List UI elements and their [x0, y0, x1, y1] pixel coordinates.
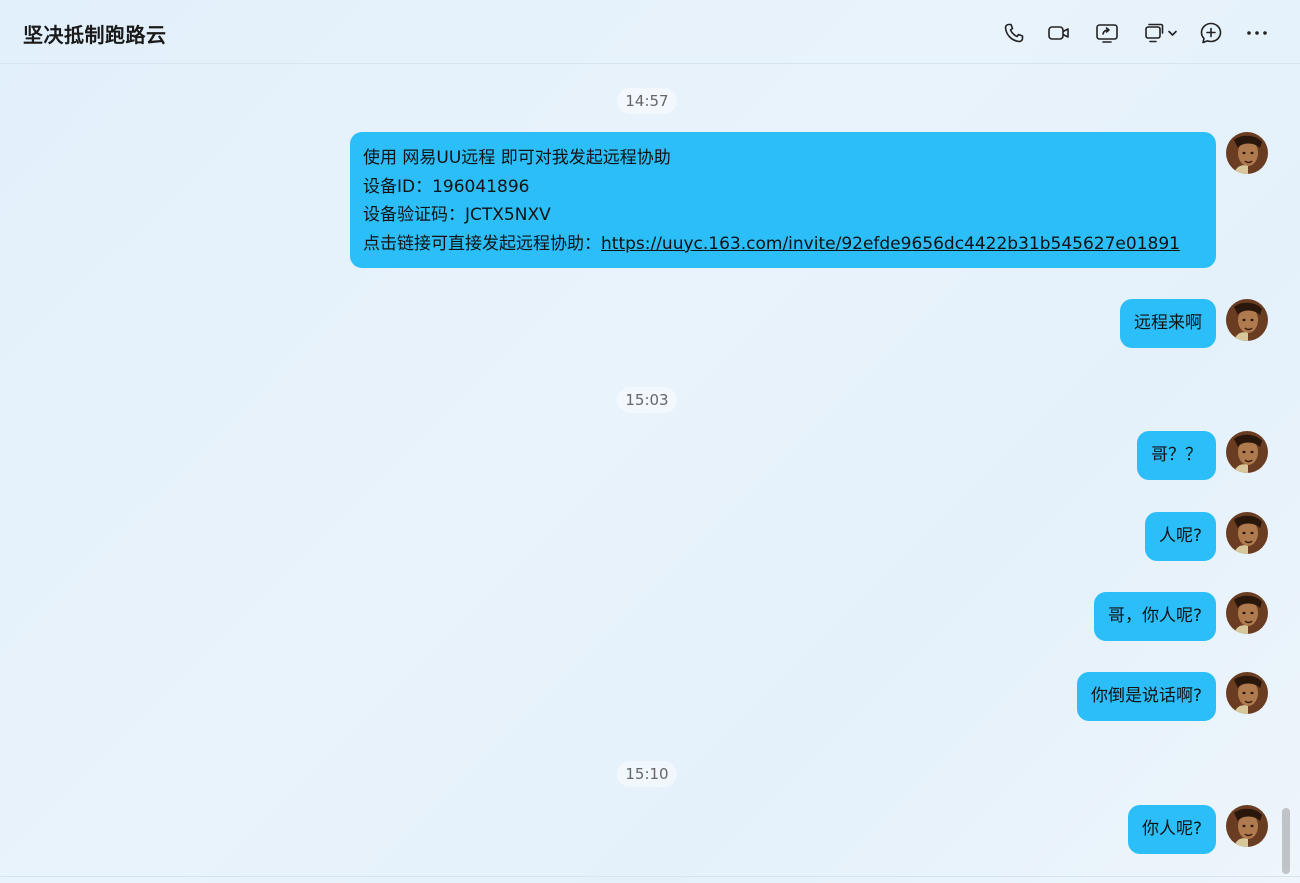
message-bubble[interactable]: 你倒是说话啊? — [1076, 672, 1216, 721]
chat-title[interactable]: 坚决抵制跑路云 — [23, 19, 167, 48]
timestamp: 15:10 — [617, 761, 677, 787]
message-line: 设备验证码：JCTX5NXV — [363, 205, 551, 225]
invite-link[interactable]: https://uuyc.163.com/invite/92efde9656dc… — [601, 234, 1180, 254]
message-line: 使用 网易UU远程 即可对我发起远程协助 — [363, 148, 671, 168]
message-bubble[interactable]: 远程来啊 — [1120, 299, 1216, 348]
message-bubble[interactable]: 你人呢? — [1127, 805, 1216, 854]
message-line: 点击链接可直接发起远程协助：https://uuyc.163.com/invit… — [363, 230, 1203, 259]
avatar[interactable] — [1226, 431, 1268, 473]
video-call-icon[interactable] — [1046, 20, 1072, 46]
message-text: 点击链接可直接发起远程协助： — [363, 233, 601, 254]
avatar[interactable] — [1226, 672, 1268, 714]
message-line: 设备ID：196041896 — [363, 176, 530, 197]
message-list[interactable]: 14:57 使用 网易UU远程 即可对我发起远程协助 设备ID：19604189… — [0, 64, 1300, 883]
remote-assist-icon[interactable] — [1141, 20, 1183, 46]
scrollbar[interactable] — [1282, 808, 1290, 874]
more-icon[interactable] — [1244, 20, 1270, 46]
avatar[interactable] — [1226, 299, 1268, 341]
phone-icon[interactable] — [1001, 20, 1027, 46]
message-bubble[interactable]: 使用 网易UU远程 即可对我发起远程协助 设备ID：196041896 设备验证… — [350, 132, 1216, 268]
add-member-icon[interactable] — [1198, 20, 1224, 46]
avatar[interactable] — [1226, 592, 1268, 634]
avatar[interactable] — [1226, 805, 1268, 847]
timestamp: 14:57 — [617, 88, 677, 114]
timestamp: 15:03 — [617, 387, 677, 413]
avatar[interactable] — [1226, 512, 1268, 554]
screen-share-icon[interactable] — [1094, 20, 1120, 46]
message-bubble[interactable]: 人呢? — [1144, 512, 1216, 561]
divider — [0, 876, 1300, 877]
chat-header: 坚决抵制跑路云 — [0, 0, 1300, 64]
message-bubble[interactable]: 哥？？ — [1137, 431, 1216, 480]
message-bubble[interactable]: 哥，你人呢? — [1093, 592, 1216, 641]
avatar[interactable] — [1226, 132, 1268, 174]
